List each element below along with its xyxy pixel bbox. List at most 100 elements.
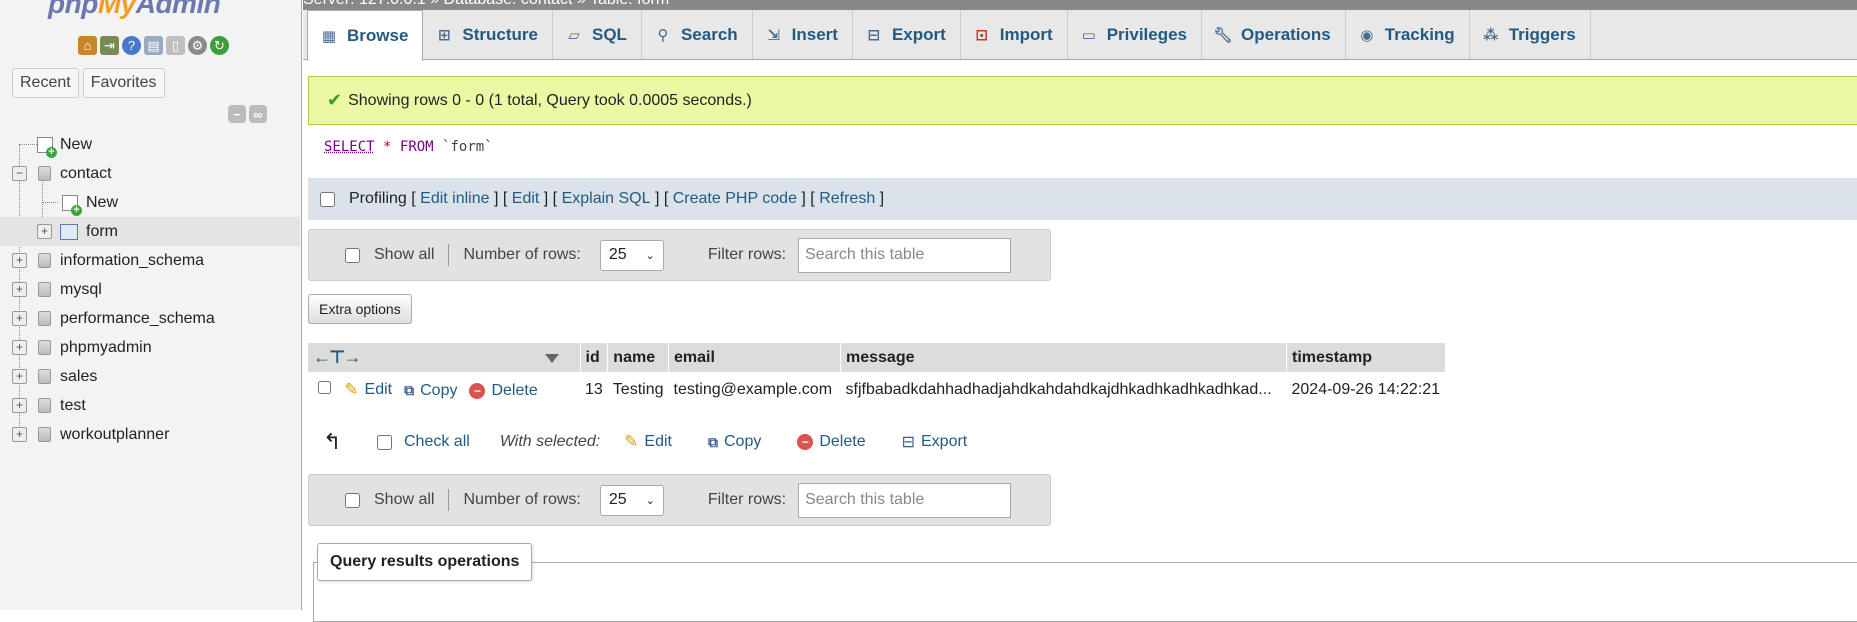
export-icon: ⊟ (902, 432, 915, 452)
tree-item-database[interactable]: + test (0, 391, 300, 420)
expand-icon[interactable]: + (12, 398, 27, 413)
tab-label: Privileges (1107, 25, 1187, 45)
sql-table-name: `form` (442, 139, 493, 155)
expand-icon[interactable]: + (37, 224, 52, 239)
column-header-id[interactable]: id (580, 343, 608, 372)
filter-input[interactable]: Search this table (798, 483, 1011, 518)
bulk-delete-button[interactable]: −Delete (797, 433, 865, 451)
tree-item-new[interactable]: New (0, 130, 300, 159)
refresh-link[interactable]: Refresh (819, 190, 875, 208)
pencil-icon: ✎ (624, 432, 638, 452)
cell-name[interactable]: Testing (608, 372, 669, 408)
collapse-icon[interactable]: − (12, 166, 27, 181)
show-all-label: Show all (374, 491, 434, 509)
row-delete-link[interactable]: −Delete (469, 382, 537, 400)
sql-keyword-from: FROM (400, 139, 434, 155)
tree-item-database[interactable]: + workoutplanner (0, 420, 300, 449)
expand-icon[interactable]: + (12, 427, 27, 442)
logo-admin: Admin (136, 0, 221, 19)
profiling-checkbox[interactable] (320, 192, 335, 207)
filter-input[interactable]: Search this table (798, 238, 1011, 273)
tab-operations[interactable]: 🔧︎Operations (1202, 10, 1346, 59)
cell-message[interactable]: sfjfbabadkdahhadhadjahdkahdahdkajdhkadhk… (841, 372, 1287, 408)
expand-icon[interactable]: + (12, 369, 27, 384)
bulk-edit-button[interactable]: ✎Edit (624, 432, 672, 452)
database-icon (38, 369, 51, 384)
success-message: ✔ Showing rows 0 - 0 (1 total, Query too… (308, 76, 1857, 125)
docs-icon[interactable]: ▤ (144, 36, 163, 55)
column-header-timestamp[interactable]: timestamp (1287, 343, 1446, 372)
tab-search[interactable]: ⚲Search (642, 10, 753, 59)
show-all-checkbox[interactable] (345, 493, 360, 508)
tree-item-database[interactable]: + phpmyadmin (0, 333, 300, 362)
structure-icon: ⊞ (435, 26, 453, 44)
tree-item-database[interactable]: + sales (0, 362, 300, 391)
check-all-checkbox[interactable] (377, 435, 392, 450)
sort-dropdown-icon[interactable] (545, 354, 559, 363)
insert-icon: ⇲ (765, 26, 783, 44)
phpmyadmin-logo[interactable]: phpMyAdmin (48, 0, 220, 20)
column-arrows-icon[interactable]: ←⊤→ (313, 347, 359, 367)
tree-item-database[interactable]: + mysql (0, 275, 300, 304)
sql-docs-icon[interactable]: ▯ (166, 36, 185, 55)
tree-item-database[interactable]: + performance_schema (0, 304, 300, 333)
breadcrumb[interactable]: Server: 127.0.0.1 » Database: contact » … (303, 0, 669, 9)
tree-item-form[interactable]: + form (0, 217, 300, 246)
filter-label: Filter rows: (708, 491, 786, 509)
recent-button[interactable]: Recent (12, 68, 79, 98)
with-selected-label: With selected: (500, 433, 600, 451)
tree-item-contact-new[interactable]: New (0, 188, 300, 217)
extra-options-button[interactable]: Extra options (308, 294, 412, 324)
logout-icon[interactable]: ⇥ (100, 36, 119, 55)
edit-query-link[interactable]: Edit (512, 190, 540, 208)
cell-timestamp[interactable]: 2024-09-26 14:22:21 (1287, 372, 1446, 408)
tab-structure[interactable]: ⊞Structure (423, 10, 553, 59)
column-header-email[interactable]: email (669, 343, 841, 372)
edit-inline-link[interactable]: Edit inline (420, 190, 489, 208)
copy-icon: ⧉ (404, 382, 414, 399)
column-header-name[interactable]: name (608, 343, 669, 372)
reload-icon[interactable]: ↻ (210, 36, 229, 55)
tab-sql[interactable]: ▱SQL (553, 10, 642, 59)
column-header-message[interactable]: message (841, 343, 1287, 372)
create-php-link[interactable]: Create PHP code (673, 190, 797, 208)
tree-item-contact[interactable]: − contact (0, 159, 300, 188)
tab-tracking[interactable]: ◉Tracking (1346, 10, 1470, 59)
collapse-all-icon[interactable]: − (228, 105, 246, 123)
row-copy-link[interactable]: ⧉Copy (404, 382, 457, 400)
tab-label: Tracking (1385, 25, 1455, 45)
home-icon[interactable]: ⌂ (78, 36, 97, 55)
tab-privileges[interactable]: ▭Privileges (1068, 10, 1202, 59)
check-all-link[interactable]: Check all (404, 433, 470, 451)
tree-item-label: sales (60, 368, 97, 386)
rows-select[interactable]: 25⌄ (600, 485, 664, 516)
tab-insert[interactable]: ⇲Insert (753, 10, 853, 59)
sql-query-display[interactable]: SELECT * FROM `form` (324, 139, 493, 155)
expand-icon[interactable]: + (12, 311, 27, 326)
tab-export[interactable]: ⊟Export (853, 10, 961, 59)
row-edit-link[interactable]: ✎Edit (344, 380, 392, 400)
bulk-export-button[interactable]: ⊟Export (902, 432, 968, 452)
quick-icons: ⌂ ⇥ ? ▤ ▯ ⚙ ↻ (78, 36, 229, 55)
tab-triggers[interactable]: ⁂Triggers (1470, 10, 1591, 59)
tab-browse[interactable]: ▦Browse (307, 10, 423, 61)
show-all-checkbox[interactable] (345, 248, 360, 263)
bulk-copy-button[interactable]: ⧉Copy (708, 433, 761, 451)
help-icon[interactable]: ? (122, 36, 141, 55)
cell-id[interactable]: 13 (580, 372, 608, 408)
settings-gear-icon[interactable]: ⚙ (188, 36, 207, 55)
tab-import[interactable]: ⊡Import (961, 10, 1068, 59)
expand-icon[interactable]: + (12, 282, 27, 297)
tree-item-database[interactable]: + information_schema (0, 246, 300, 275)
link-with-main-icon[interactable]: ∞ (249, 105, 267, 123)
rows-select[interactable]: 25⌄ (600, 240, 664, 271)
explain-sql-link[interactable]: Explain SQL (562, 190, 651, 208)
cell-email[interactable]: testing@example.com (669, 372, 841, 408)
database-icon (38, 253, 51, 268)
favorites-button[interactable]: Favorites (83, 68, 165, 98)
logo-my: My (98, 0, 136, 19)
database-icon (38, 427, 51, 442)
expand-icon[interactable]: + (12, 253, 27, 268)
row-checkbox[interactable] (318, 381, 331, 394)
expand-icon[interactable]: + (12, 340, 27, 355)
